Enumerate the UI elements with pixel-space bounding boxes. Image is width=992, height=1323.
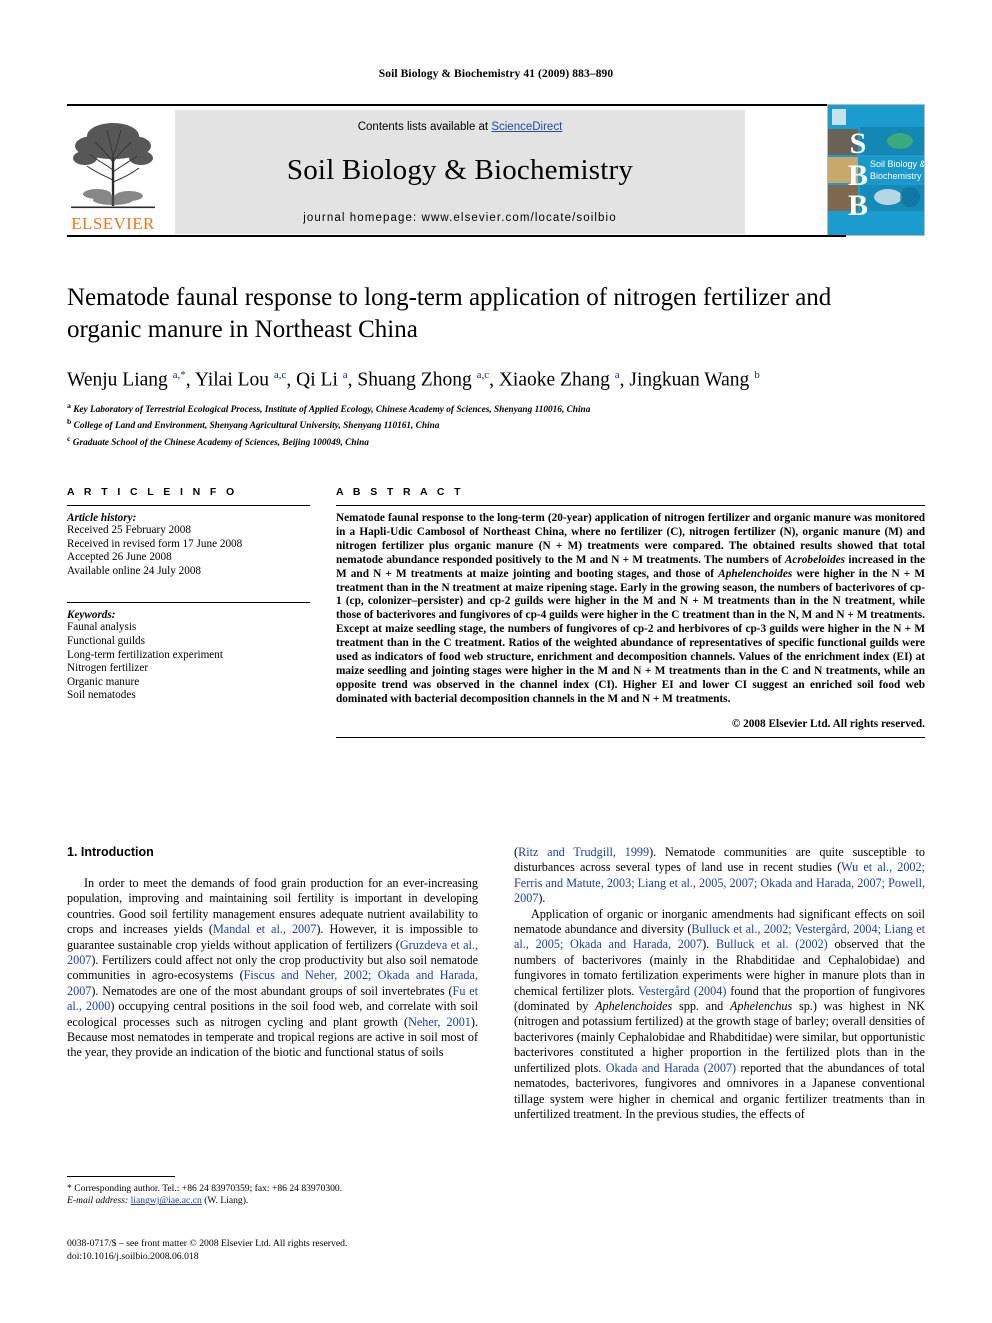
affiliation-a: a Key Laboratory of Terrestrial Ecologic…	[67, 400, 591, 415]
article-history-item: Available online 24 July 2008	[67, 564, 202, 577]
keyword-item: Soil nematodes	[67, 689, 136, 702]
doi-line: doi:10.1016/j.soilbio.2008.06.018	[67, 1250, 199, 1262]
front-matter-block: 0038-0717/$ – see front matter © 2008 El…	[67, 1238, 497, 1263]
affiliation-c: c Graduate School of the Chinese Academy…	[67, 433, 369, 448]
svg-text:S: S	[850, 127, 867, 160]
intro-paragraph-left: In order to meet the demands of food gra…	[67, 876, 479, 1060]
article-history-item: Received 25 February 2008	[67, 524, 191, 536]
elsevier-logo: ELSEVIER	[67, 110, 159, 234]
svg-text:Soil Biology &: Soil Biology &	[870, 159, 924, 169]
section-heading-introduction: 1. Introduction	[67, 845, 154, 859]
author-list: Wenju Liang a,*, Yilai Lou a,c, Qi Li a,…	[67, 369, 760, 391]
keyword-item: Nitrogen fertilizer	[67, 662, 149, 675]
article-history-list: Received 25 February 2008 Received in rev…	[67, 524, 310, 578]
sciencedirect-link[interactable]: ScienceDirect	[491, 121, 562, 133]
article-info-column: A R T I C L E I N F O Article history: R…	[67, 486, 310, 703]
article-info-heading: A R T I C L E I N F O	[67, 486, 238, 498]
intro-paragraph-right-1: (Ritz and Trudgill, 1999). Nematode comm…	[514, 845, 926, 906]
abstract-rule-top	[336, 505, 925, 506]
svg-text:B: B	[848, 189, 868, 222]
svg-text:B: B	[848, 159, 868, 192]
masthead-top-rule	[67, 104, 846, 106]
elsevier-tree-icon	[67, 110, 159, 210]
abstract-text: Nematode faunal response to the long-ter…	[336, 512, 925, 705]
svg-text:Biochemistry: Biochemistry	[870, 171, 922, 181]
title-block: Nematode faunal response to long-term ap…	[67, 282, 867, 449]
abstract-copyright: © 2008 Elsevier Ltd. All rights reserved…	[731, 717, 925, 730]
article-page: Soil Biology & Biochemistry 41 (2009) 88…	[0, 0, 992, 1323]
footnote-rule	[67, 1176, 175, 1177]
journal-masthead: ELSEVIER Contents lists available at Sci…	[67, 104, 925, 237]
keywords-list: Faunal analysis Functional guilds Long-ter…	[67, 621, 310, 703]
email-suffix: (W. Liang).	[204, 1195, 249, 1207]
affiliation-b: b College of Land and Environment, Sheny…	[67, 417, 440, 432]
abstract-column: A B S T R A C T Nematode faunal response…	[336, 486, 925, 744]
keyword-item: Faunal analysis	[67, 621, 137, 634]
contents-prefix: Contents lists available at	[357, 121, 492, 133]
keyword-item: Long-term fertilization experiment	[67, 648, 223, 661]
body-column-left: 1. Introduction In order to meet the dem…	[67, 845, 478, 1061]
front-matter-line: 0038-0717/$ – see front matter © 2008 El…	[67, 1238, 348, 1249]
running-head: Soil Biology & Biochemistry 41 (2009) 88…	[378, 68, 614, 80]
email-line: E-mail address: liangwj@iae.ac.cn (W. Li…	[67, 1195, 478, 1207]
abstract-heading: A B S T R A C T	[336, 486, 464, 498]
email-link[interactable]: liangwj@iae.ac.cn	[131, 1195, 202, 1206]
article-history-item: Received in revised form 17 June 2008	[67, 537, 243, 550]
masthead-bottom-rule	[67, 235, 846, 237]
email-label: E-mail address:	[67, 1195, 129, 1207]
keywords-label: Keywords:	[67, 609, 116, 622]
elsevier-wordmark: ELSEVIER	[71, 214, 155, 233]
body-column-right: (Ritz and Trudgill, 1999). Nematode comm…	[514, 845, 925, 1122]
article-history-label: Article history:	[67, 512, 137, 524]
page-title: Nematode faunal response to long-term ap…	[67, 284, 832, 343]
intro-paragraph-right-2: Application of organic or inorganic amen…	[514, 906, 925, 1121]
article-info-rule-bottom	[67, 602, 310, 604]
keyword-item: Organic manure	[67, 675, 140, 688]
affiliation-list: a Key Laboratory of Terrestrial Ecologic…	[67, 400, 867, 450]
corresponding-author-footnote: * Corresponding author. Tel.: +86 24 839…	[67, 1176, 478, 1208]
abstract-rule-bottom	[336, 736, 925, 738]
corresponding-author-line: * Corresponding author. Tel.: +86 24 839…	[67, 1183, 343, 1194]
article-history-item: Accepted 26 June 2008	[67, 551, 172, 564]
journal-title: Soil Biology & Biochemistry	[286, 154, 634, 186]
contents-available-line: Contents lists available at ScienceDirec…	[175, 110, 745, 133]
journal-cover-thumbnail: S B B Soil Biology & Biochemistry	[827, 104, 925, 236]
journal-band: Contents lists available at ScienceDirec…	[175, 110, 745, 234]
journal-homepage-link[interactable]: journal homepage: www.elsevier.com/locat…	[175, 212, 745, 224]
keyword-item: Functional guilds	[67, 634, 146, 647]
article-info-rule-top	[67, 505, 310, 506]
